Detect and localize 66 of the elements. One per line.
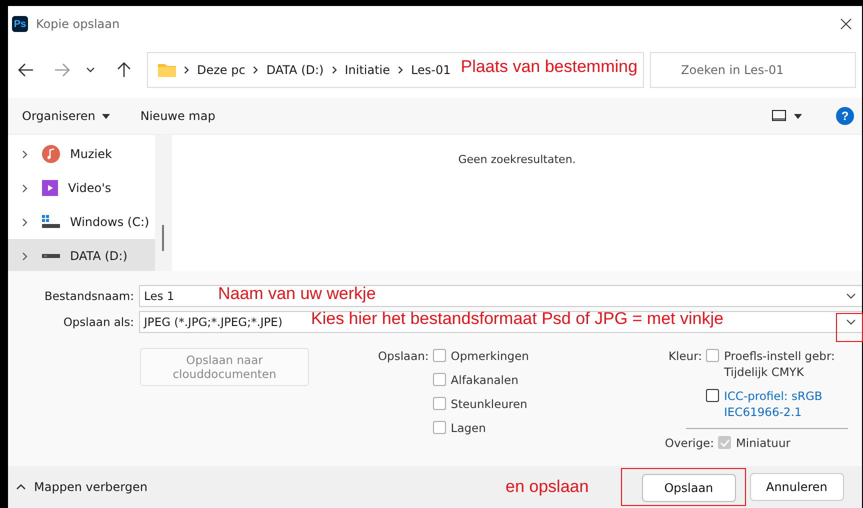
chevron-right-icon[interactable]	[22, 150, 28, 158]
empty-message: Geen zoekresultaten.	[458, 153, 576, 167]
up-arrow-icon[interactable]	[117, 62, 131, 78]
checkbox[interactable]	[432, 349, 446, 362]
drive-icon	[42, 253, 60, 259]
chevron-right-icon	[332, 66, 337, 74]
music-note-icon	[42, 145, 60, 163]
checkbox-label: Miniatuur	[736, 435, 790, 451]
checkbox[interactable]	[432, 397, 446, 410]
view-icon[interactable]	[772, 110, 786, 122]
checkbox-label: Opmerkingen	[450, 348, 529, 364]
sidebar-item[interactable]: Muziek	[8, 137, 155, 171]
video-icon	[42, 180, 58, 196]
app-icon: Ps	[12, 16, 28, 32]
chevron-right-icon	[184, 66, 189, 74]
chevron-right-icon[interactable]	[22, 218, 28, 226]
close-icon[interactable]	[840, 18, 852, 30]
breadcrumb-item[interactable]: DATA (D:)	[266, 63, 324, 77]
breadcrumb-item[interactable]: Deze pc	[197, 63, 246, 77]
chevron-right-icon	[253, 66, 258, 74]
sidebar-item[interactable]: DATA (D:)	[8, 239, 155, 273]
chevron-right-icon	[398, 66, 404, 74]
chevron-down-icon[interactable]	[86, 67, 95, 73]
checkbox[interactable]	[432, 373, 446, 386]
sidebar-item[interactable]: Windows (C:)	[8, 205, 155, 239]
checkbox-label: Lagen	[450, 420, 486, 436]
option-label: Kleur:	[667, 348, 702, 364]
breadcrumb-item[interactable]: Initiatie	[344, 63, 390, 77]
drive-icon	[42, 215, 60, 229]
caret-icon	[102, 114, 110, 118]
chevron-up-icon	[16, 484, 26, 490]
breadcrumb-item[interactable]: Les-01	[411, 63, 451, 77]
folder-icon	[158, 63, 176, 77]
toolbar-button[interactable]: Nieuwe map	[140, 109, 216, 123]
profile-link[interactable]: ICC-profiel: sRGB IEC61966-2.1	[724, 388, 848, 420]
checkbox[interactable]	[706, 389, 719, 402]
checkbox-label: Steunkleuren	[450, 396, 528, 412]
back-arrow-icon[interactable]	[18, 63, 34, 77]
annotation-text: Plaats van bestemming	[460, 57, 638, 77]
field-label: Bestandsnaam:	[43, 289, 135, 303]
checkbox[interactable]	[706, 349, 719, 362]
checkbox[interactable]	[432, 421, 446, 434]
toolbar-button[interactable]: Organiseren	[22, 109, 110, 123]
dialog-button[interactable]: Annuleren	[750, 473, 844, 501]
checkbox-label: Proefls-instell gebr: Tijdelijk CMYK	[724, 348, 836, 380]
annotation-text: Naam van uw werkje	[218, 284, 376, 304]
checkbox-label: Alfakanalen	[450, 372, 518, 388]
forward-arrow-icon[interactable]	[54, 63, 70, 77]
dialog-button[interactable]: Opslaan	[642, 474, 736, 502]
window-title: Kopie opslaan	[36, 17, 121, 31]
chevron-right-icon[interactable]	[22, 252, 28, 260]
chevron-down-icon[interactable]	[846, 293, 856, 299]
annotation-text: Kies hier het bestandsformaat Psd of JPG = met vinkje	[311, 309, 724, 329]
chevron-right-icon[interactable]	[22, 184, 28, 192]
address-bar[interactable]: Deze pc DATA (D:) Initiatie Les-01 Plaats van bestemming	[147, 52, 644, 88]
field-label: Opslaan als:	[62, 315, 135, 329]
help-icon[interactable]: ?	[836, 107, 854, 125]
sidebar-item[interactable]: Video's	[8, 171, 155, 205]
scrollbar-thumb[interactable]	[162, 225, 164, 251]
option-label: Overige:	[664, 435, 714, 451]
chevron-down-icon[interactable]	[846, 319, 856, 325]
search-field[interactable]: Zoeken in Les-01	[650, 52, 856, 88]
annotation-text: en opslaan	[506, 477, 589, 497]
caret-icon[interactable]	[794, 114, 802, 118]
hide-folders-button[interactable]: Mappen verbergen	[16, 480, 148, 494]
option-label: Opslaan:	[378, 348, 429, 364]
